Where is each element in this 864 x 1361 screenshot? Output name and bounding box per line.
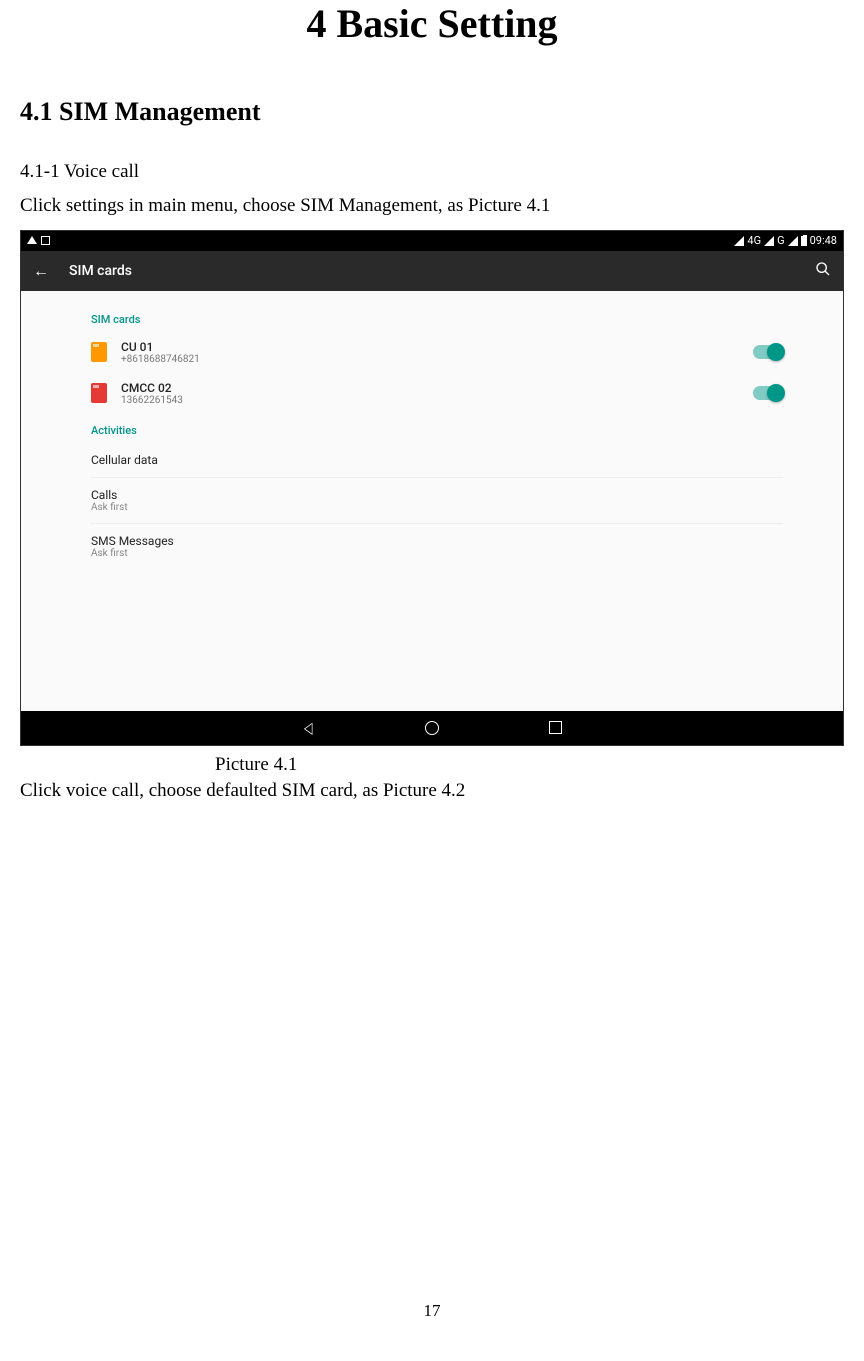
activities-category: Activities [91, 424, 783, 437]
back-button[interactable]: ← [33, 261, 49, 281]
figure-caption: Picture 4.1 [215, 754, 844, 776]
sim2-name: CMCC 02 [121, 381, 753, 395]
post-caption-text: Click voice call, choose defaulted SIM c… [20, 776, 844, 806]
sim-cards-category: SIM cards [91, 313, 783, 326]
nav-recent-button[interactable] [549, 721, 562, 734]
calls-title: Calls [91, 488, 783, 502]
signal-icon-2 [764, 236, 774, 246]
net-4g-label: 4G [747, 234, 761, 247]
sms-sub: Ask first [91, 548, 783, 559]
sim2-number: 13662261543 [121, 395, 753, 406]
app-bar: ← SIM cards [21, 251, 843, 291]
clock-time: 09:48 [810, 234, 837, 247]
nav-home-button[interactable] [425, 721, 439, 735]
sim1-name: CU 01 [121, 340, 753, 354]
sim-row-1[interactable]: CU 01 +8618688746821 [91, 332, 783, 373]
warning-icon [27, 236, 37, 244]
signal-icon [734, 236, 744, 246]
cellular-data-row[interactable]: Cellular data [91, 443, 783, 478]
section-title: 4.1 SIM Management [20, 97, 844, 127]
sim-info-2: CMCC 02 13662261543 [121, 381, 753, 406]
sim1-toggle[interactable] [753, 345, 783, 359]
nav-back-button[interactable]: ◁ [304, 718, 313, 737]
search-icon[interactable] [815, 261, 831, 281]
sim2-toggle[interactable] [753, 386, 783, 400]
screenshot: 4G G 09:48 ← SIM cards SIM cards CU 01 +… [20, 230, 844, 746]
settings-content: SIM cards CU 01 +8618688746821 CMCC 02 1… [21, 291, 843, 711]
intro-text: Click settings in main menu, choose SIM … [20, 191, 844, 221]
status-bar: 4G G 09:48 [21, 231, 843, 251]
chapter-title: 4 Basic Setting [20, 0, 844, 47]
battery-icon [801, 236, 807, 246]
subsection-label: 4.1-1 Voice call [20, 157, 844, 187]
status-left [27, 236, 50, 245]
calls-sub: Ask first [91, 502, 783, 513]
net-g-label: G [777, 234, 785, 247]
cellular-data-title: Cellular data [91, 453, 783, 467]
page-number: 17 [424, 1301, 441, 1321]
appbar-title: SIM cards [69, 263, 815, 279]
sim-info-1: CU 01 +8618688746821 [121, 340, 753, 365]
signal-icon-3 [788, 236, 798, 246]
sim-icon-2 [91, 383, 107, 403]
sim-icon-1 [91, 342, 107, 362]
sim-row-2[interactable]: CMCC 02 13662261543 [91, 373, 783, 414]
nav-bar: ◁ [21, 711, 843, 745]
calls-row[interactable]: Calls Ask first [91, 478, 783, 524]
app-icon [41, 236, 50, 245]
sim1-number: +8618688746821 [121, 354, 753, 365]
sms-title: SMS Messages [91, 534, 783, 548]
status-right: 4G G 09:48 [734, 234, 837, 247]
sms-row[interactable]: SMS Messages Ask first [91, 524, 783, 569]
